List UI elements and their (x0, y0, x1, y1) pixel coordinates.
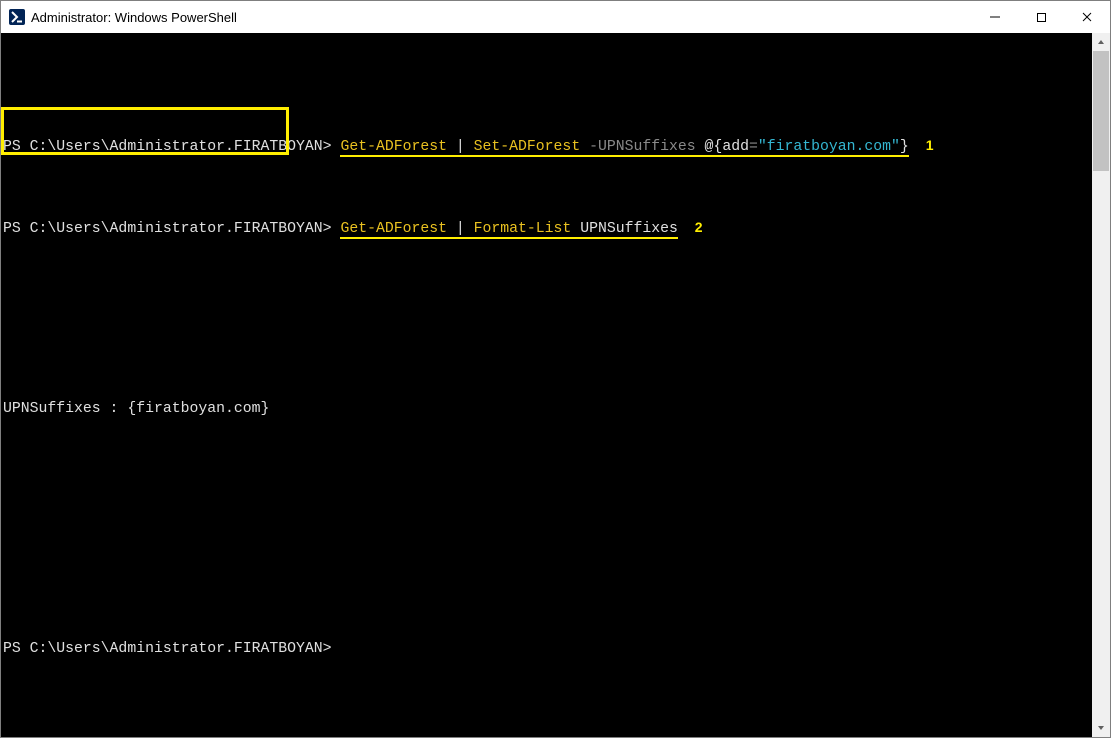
annotation-2: 2 (695, 217, 703, 237)
output-line: UPNSuffixes : {firatboyan.com} (3, 399, 1090, 419)
cmd-line-1: PS C:\Users\Administrator.FIRATBOYAN> Ge… (3, 135, 1090, 157)
powershell-icon (9, 9, 25, 25)
cmd1-arg-open: @{ (705, 139, 723, 155)
output-upnsuffixes: UPNSuffixes : {firatboyan.com} (3, 401, 269, 417)
prompt: PS C:\Users\Administrator.FIRATBOYAN> (3, 139, 332, 155)
scroll-down-arrow[interactable] (1092, 719, 1110, 737)
cmd2-formatlist: Format-List (474, 221, 572, 237)
title-bar[interactable]: Administrator: Windows PowerShell (1, 1, 1110, 33)
scroll-up-arrow[interactable] (1092, 33, 1110, 51)
blank-line (3, 279, 1090, 299)
pipe: | (447, 139, 474, 155)
cmd1-arg-key: add (722, 139, 749, 155)
blank-line (3, 459, 1090, 479)
window-controls (972, 1, 1110, 33)
annotation-1: 1 (926, 135, 934, 155)
pipe: | (447, 221, 474, 237)
cmd1-getadforest: Get-ADForest (340, 139, 447, 155)
window-title: Administrator: Windows PowerShell (31, 10, 237, 25)
prompt-line: PS C:\Users\Administrator.FIRATBOYAN> (3, 639, 1090, 659)
cmd1-arg-val: "firatboyan.com" (758, 139, 900, 155)
terminal-pane[interactable]: PS C:\Users\Administrator.FIRATBOYAN> Ge… (1, 33, 1092, 737)
cmd-line-2: PS C:\Users\Administrator.FIRATBOYAN> Ge… (3, 217, 1090, 239)
cmd1-setadforest: Set-ADForest (474, 139, 581, 155)
cmd1-param: -UPNSuffixes (589, 139, 696, 155)
app-window: Administrator: Windows PowerShell PS C:\… (0, 0, 1111, 738)
scroll-track[interactable] (1092, 51, 1110, 719)
cmd1-arg-eq: = (749, 139, 758, 155)
maximize-button[interactable] (1018, 1, 1064, 33)
vertical-scrollbar[interactable] (1092, 33, 1110, 737)
prompt: PS C:\Users\Administrator.FIRATBOYAN> (3, 221, 332, 237)
cmd1-arg-close: } (900, 139, 909, 155)
minimize-button[interactable] (972, 1, 1018, 33)
blank-line (3, 339, 1090, 359)
cmd2-getadforest: Get-ADForest (340, 221, 447, 237)
blank-line (3, 519, 1090, 539)
blank-line (3, 579, 1090, 599)
prompt: PS C:\Users\Administrator.FIRATBOYAN> (3, 641, 332, 657)
client-area: PS C:\Users\Administrator.FIRATBOYAN> Ge… (1, 33, 1110, 737)
cmd2-arg: UPNSuffixes (571, 221, 678, 237)
scroll-thumb[interactable] (1093, 51, 1109, 171)
close-button[interactable] (1064, 1, 1110, 33)
